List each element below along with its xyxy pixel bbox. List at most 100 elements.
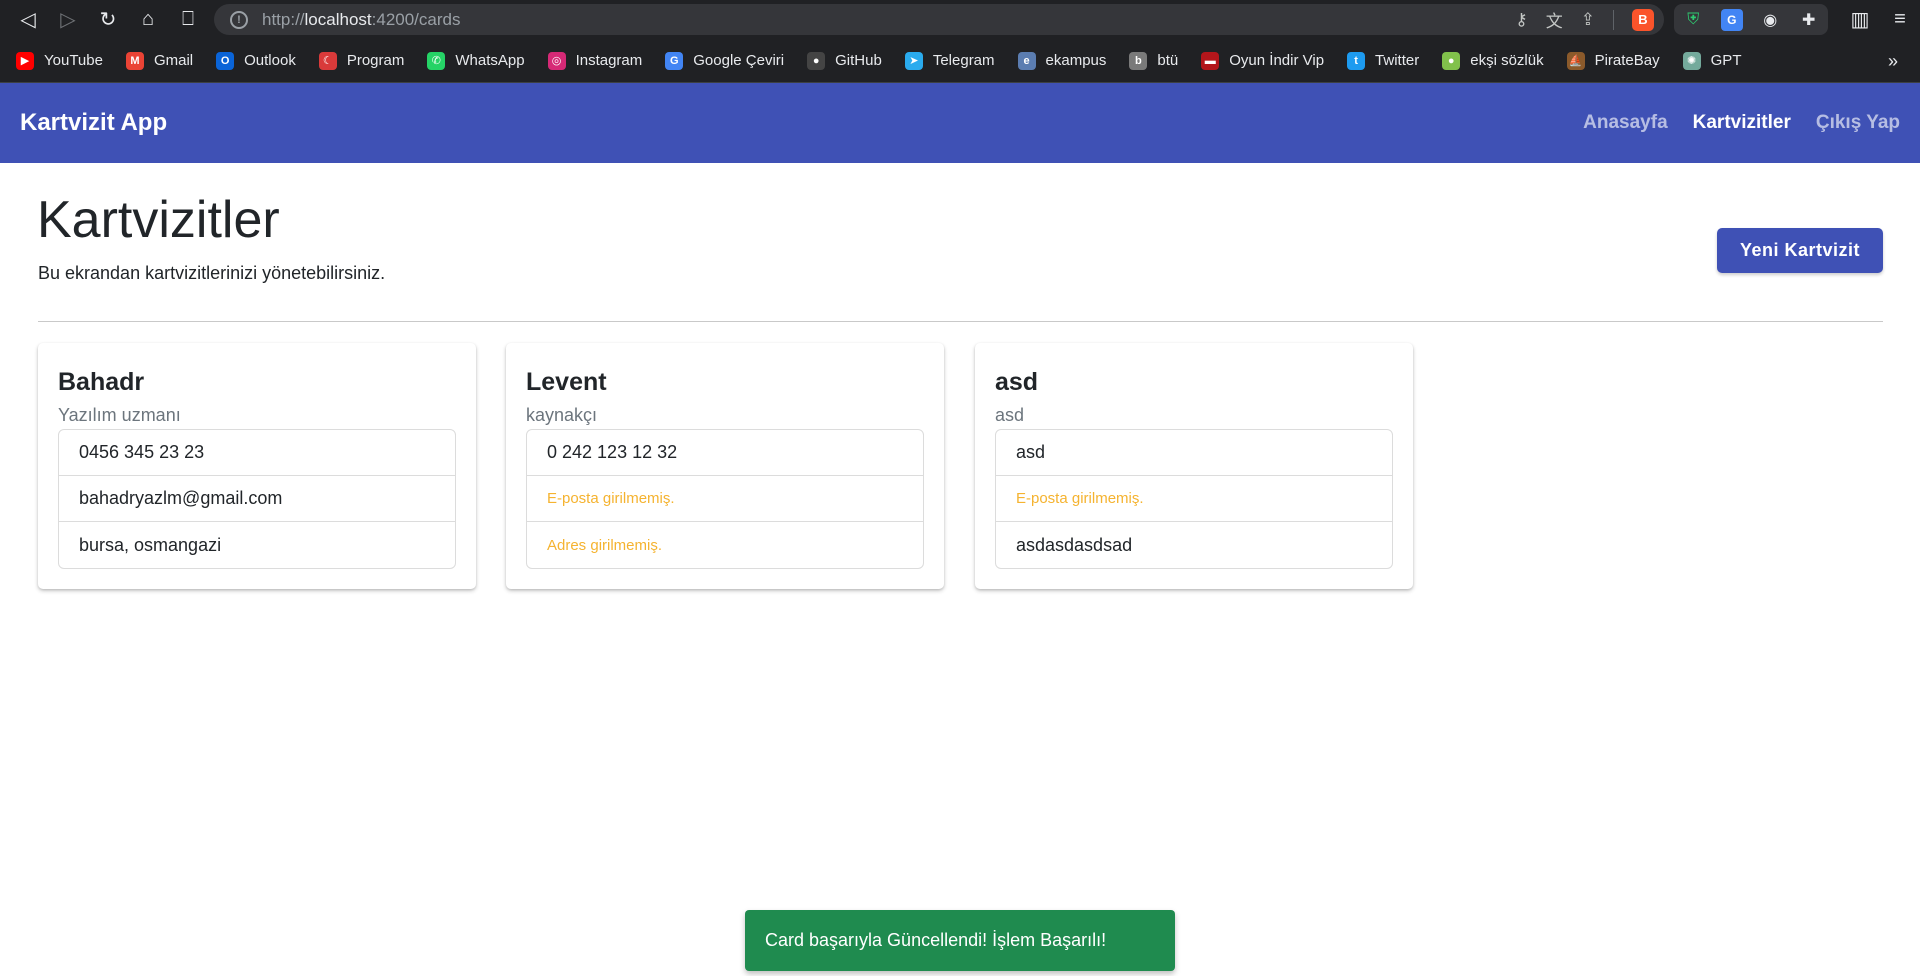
bookmark-item[interactable]: t Twitter	[1347, 51, 1420, 70]
bookmark-label: Instagram	[575, 52, 643, 69]
translate-icon[interactable]: 文	[1546, 7, 1563, 32]
bookmark-item[interactable]: ▬ Oyun İndir Vip	[1201, 51, 1325, 70]
card-name: asd	[995, 368, 1039, 396]
bookmark-label: PirateBay	[1594, 52, 1660, 69]
card-job-title: asd	[995, 405, 1025, 425]
nav-link-kartvizitler[interactable]: Kartvizitler	[1693, 112, 1791, 134]
page-subtitle: Bu ekrandan kartvizitlerinizi yönetebili…	[38, 263, 386, 283]
new-card-button[interactable]: Yeni Kartvizit	[1717, 228, 1883, 273]
bookmark-item[interactable]: ● ekşi sözlük	[1442, 51, 1544, 70]
bookmark-item[interactable]: ⛵ PirateBay	[1566, 51, 1660, 70]
bookmark-item[interactable]: G Google Çeviri	[665, 51, 785, 70]
nav-link-anasayfa[interactable]: Anasayfa	[1583, 112, 1668, 134]
instagram-icon: ◎	[547, 51, 566, 70]
telegram-icon: ➤	[904, 51, 923, 70]
card-address: Adres girilmemiş.	[547, 536, 663, 554]
card-phone: 0 242 123 12 32	[527, 430, 923, 476]
card-details-list: 0456 345 23 23 bahadryazlm@gmail.com bursa…	[58, 429, 456, 569]
card-name: Levent	[526, 368, 607, 396]
site-info-icon[interactable]: !	[230, 10, 248, 29]
bookmark-item[interactable]: ✆ WhatsApp	[427, 51, 525, 70]
menu-icon[interactable]: ≡	[1880, 0, 1920, 39]
bookmark-item[interactable]: e ekampus	[1017, 51, 1107, 70]
bookmark-item[interactable]: ✺ GPT	[1682, 51, 1742, 70]
bookmark-item[interactable]: ☾ Program	[318, 51, 405, 70]
bookmark-label: Oyun İndir Vip	[1229, 52, 1325, 69]
bookmark-item[interactable]: O Outlook	[216, 51, 296, 70]
forward-icon[interactable]: ▷	[48, 0, 88, 39]
bookmark-item[interactable]: ● GitHub	[807, 51, 882, 70]
card-address: bursa, osmangazi	[79, 534, 222, 555]
google-translate-icon: G	[665, 51, 684, 70]
bookmark-label: ekşi sözlük	[1470, 52, 1544, 69]
gpt-icon: ✺	[1682, 51, 1701, 70]
bookmark-item[interactable]: b btü	[1129, 51, 1179, 70]
card-phone: 0456 345 23 23	[59, 430, 455, 476]
bookmarks-bar: ▶ YouTube M Gmail O Outlook ☾ Program ✆ WhatsApp ◎…	[0, 39, 1920, 83]
program-icon: ☾	[318, 51, 337, 70]
card-email: E-posta girilmemiş.	[996, 476, 1392, 522]
card-email: E-posta girilmemiş.	[527, 476, 923, 522]
bookmark-label: GPT	[1710, 52, 1742, 69]
youtube-icon: ▶	[16, 51, 34, 70]
bookmark-item[interactable]: ◎ Instagram	[547, 51, 643, 70]
game-icon: ▬	[1201, 51, 1220, 70]
bookmark-label: Telegram	[932, 52, 995, 69]
whatsapp-icon: ✆	[427, 51, 446, 70]
translate-extension-icon[interactable]: G	[1720, 8, 1743, 31]
bookmark-label: Twitter	[1375, 52, 1420, 69]
home-icon[interactable]: ⌂	[128, 0, 168, 39]
url-host: localhost	[304, 9, 372, 29]
app-navbar: Kartvizit App Anasayfa Kartvizitler Çıkı…	[0, 83, 1920, 163]
bookmark-label: ekampus	[1045, 52, 1107, 69]
eksi-icon: ●	[1442, 51, 1461, 70]
key-icon[interactable]: ⚷	[1515, 10, 1527, 30]
nav-links: Anasayfa Kartvizitler Çıkış Yap	[1583, 112, 1900, 134]
url-text[interactable]: http://localhost:4200/cards	[262, 10, 460, 30]
outlook-icon: O	[216, 51, 235, 70]
sidebar-icon[interactable]: ▥	[1840, 0, 1880, 39]
omnibox-separator	[1613, 9, 1614, 30]
ekampus-icon: e	[1017, 51, 1036, 70]
back-icon[interactable]: ◁	[8, 0, 48, 39]
extensions-group: ⛨ G ◉ ✚	[1674, 4, 1828, 35]
business-card[interactable]: Bahadr Yazılım uzmanı 0456 345 23 23 bahadr…	[38, 343, 476, 589]
card-details-list: asd E-posta girilmemiş. asdasdasdsad	[995, 429, 1393, 569]
brand-link[interactable]: Kartvizit App	[20, 109, 167, 137]
browser-toolbar: ◁ ▷ ↻ ⌂ ⎕ ! http://localhost:4200/cards …	[0, 0, 1920, 39]
share-icon[interactable]: ⇪	[1581, 10, 1595, 30]
reload-icon[interactable]: ↻	[88, 0, 128, 39]
bookmark-label: Google Çeviri	[693, 52, 785, 69]
business-card[interactable]: asd asd asd E-posta girilmemiş. asdasdasdsad	[975, 343, 1413, 589]
gmail-icon: M	[125, 51, 144, 70]
bookmark-label: YouTube	[44, 52, 103, 69]
bookmark-icon[interactable]: ⎕	[168, 0, 208, 39]
card-job-title: kaynakçı	[526, 405, 598, 425]
address-bar[interactable]: ! http://localhost:4200/cards ⚷ 文 ⇪ B	[214, 4, 1664, 35]
business-card[interactable]: Levent kaynakçı 0 242 123 12 32 E-posta gir…	[506, 343, 944, 589]
nav-link-logout[interactable]: Çıkış Yap	[1816, 112, 1900, 134]
success-toast[interactable]: Card başarıyla Güncellendi! İşlem Başarı…	[745, 910, 1175, 971]
url-path: :4200/cards	[371, 9, 461, 29]
bookmark-label: Program	[346, 52, 405, 69]
puzzle-icon[interactable]: ✚	[1798, 9, 1820, 31]
more-bookmarks-icon[interactable]: »	[1888, 39, 1898, 83]
bookmark-item[interactable]: M Gmail	[125, 51, 194, 70]
brave-shields-icon[interactable]: B	[1632, 8, 1654, 31]
bookmark-label: GitHub	[835, 52, 882, 69]
divider	[38, 321, 1883, 322]
page-title: Kartvizitler	[37, 191, 280, 249]
card-job-title: Yazılım uzmanı	[58, 405, 181, 425]
card-name: Bahadr	[58, 368, 145, 396]
github-icon: ●	[807, 51, 826, 70]
bookmark-label: Gmail	[153, 52, 194, 69]
bookmark-item[interactable]: ➤ Telegram	[904, 51, 995, 70]
shield-extension-icon[interactable]: ⛨	[1682, 9, 1704, 31]
btu-icon: b	[1129, 51, 1148, 70]
spy-extension-icon[interactable]: ◉	[1759, 9, 1781, 31]
bookmark-label: btü	[1157, 52, 1179, 69]
bookmark-item[interactable]: ▶ YouTube	[16, 51, 103, 70]
card-email: bahadryazlm@gmail.com	[59, 476, 455, 522]
url-scheme: http://	[262, 9, 305, 29]
piratebay-icon: ⛵	[1566, 51, 1585, 70]
